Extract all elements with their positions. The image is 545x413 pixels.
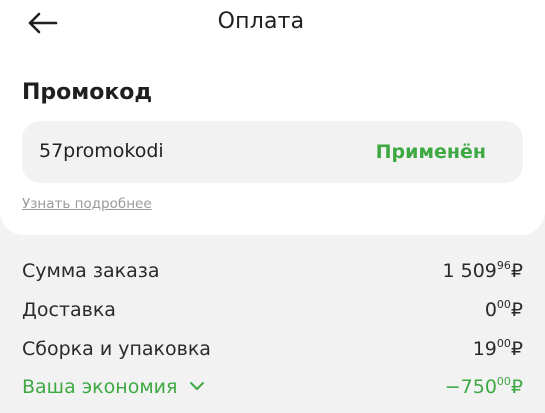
promo-card: Оплата Промокод Применён Узнать подробне… <box>0 0 545 235</box>
savings-value: −75000₽ <box>444 375 523 398</box>
savings-label: Ваша экономия <box>22 376 178 398</box>
page-title: Оплата <box>217 9 305 34</box>
chevron-down-icon <box>190 382 205 390</box>
header-bar: Оплата <box>0 0 545 46</box>
order-total-row: Сумма заказа 1 50996₽ <box>22 260 523 288</box>
delivery-value: 000₽ <box>484 298 523 321</box>
delivery-label: Доставка <box>22 299 116 321</box>
savings-row: Ваша экономия −75000₽ <box>22 376 523 404</box>
savings-toggle[interactable]: Ваша экономия <box>22 376 205 398</box>
order-total-value: 1 50996₽ <box>442 259 524 282</box>
promo-code-field[interactable]: Применён <box>22 121 523 183</box>
delivery-row: Доставка 000₽ <box>22 299 523 327</box>
assembly-label: Сборка и упаковка <box>22 338 211 360</box>
learn-more-link[interactable]: Узнать подробнее <box>22 196 152 212</box>
assembly-row: Сборка и упаковка 1900₽ <box>22 338 523 366</box>
assembly-value: 1900₽ <box>472 337 523 360</box>
promo-section-title: Промокод <box>22 80 153 105</box>
promo-code-input[interactable] <box>39 140 319 162</box>
order-total-label: Сумма заказа <box>22 260 160 282</box>
promo-status-label: Применён <box>375 141 486 163</box>
